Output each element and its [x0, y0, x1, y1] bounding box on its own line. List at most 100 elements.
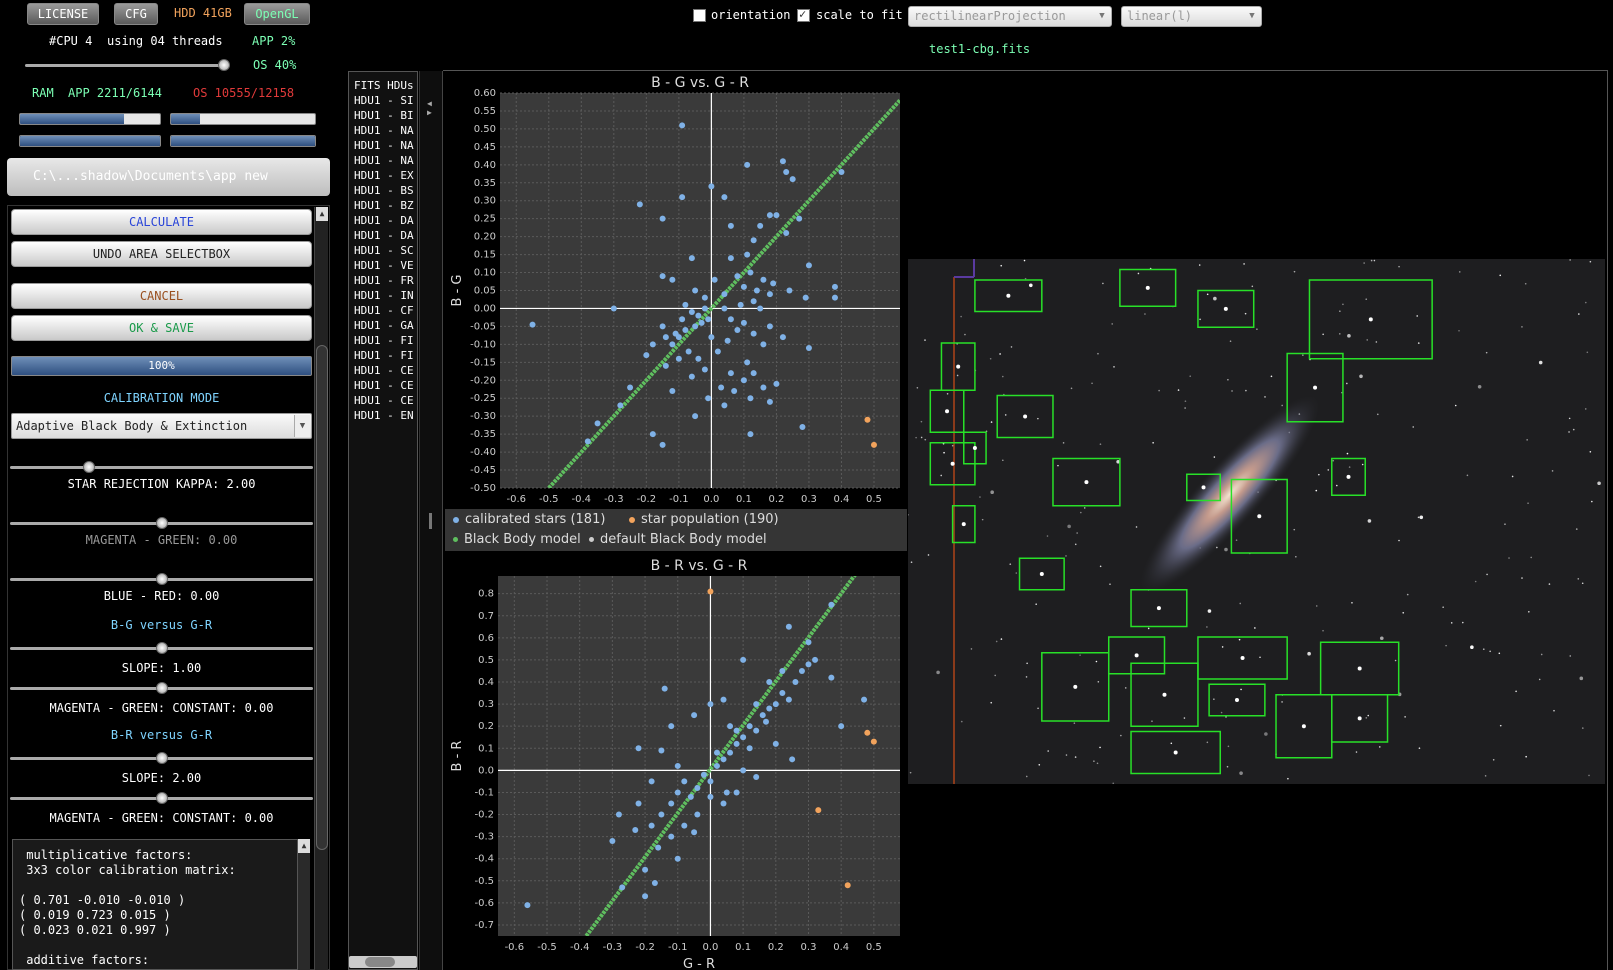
hdu-list-item[interactable]: HDU1 - DA: [354, 213, 416, 228]
legend-default-bb-label: default Black Body model: [600, 532, 767, 547]
kappa-slider-thumb[interactable]: [82, 461, 95, 473]
star: [1527, 502, 1529, 504]
calibrated-star-point: [750, 237, 757, 244]
hdu-list-item[interactable]: HDU1 - BS: [354, 183, 416, 198]
license-button[interactable]: LICENSE: [27, 3, 99, 25]
y-tick-label: 0.00: [474, 303, 496, 314]
hscroll-thumb[interactable]: [365, 957, 395, 967]
kappa-slider-track[interactable]: [10, 466, 313, 469]
mg-const1-slider-thumb[interactable]: [155, 682, 168, 694]
chevron-down-icon[interactable]: ▼: [1246, 10, 1258, 23]
scroll-up-icon[interactable]: ▲: [316, 207, 328, 221]
calibrated-star-point: [713, 762, 720, 769]
hdu-list-item[interactable]: HDU1 - FR: [354, 273, 416, 288]
star: [1359, 374, 1363, 379]
calibrated-star-point: [700, 771, 707, 778]
star: [1419, 515, 1424, 520]
slope2-slider-thumb[interactable]: [155, 752, 168, 764]
calibrated-star-point: [779, 667, 786, 674]
chevron-down-icon[interactable]: ▼: [294, 415, 310, 437]
hdu-list-item[interactable]: HDU1 - EN: [354, 408, 416, 423]
y-tick-label: -0.05: [470, 321, 496, 332]
cpu-os-bar: [170, 135, 316, 147]
hdu-list-item[interactable]: HDU1 - FI: [354, 348, 416, 363]
y-tick-label: 0.55: [474, 106, 496, 117]
star: [1485, 351, 1488, 354]
hdu-list-item[interactable]: HDU1 - EX: [354, 168, 416, 183]
hdu-list-hscroll[interactable]: [349, 956, 417, 968]
splitter-grip[interactable]: [429, 513, 432, 529]
cancel-button[interactable]: CANCEL: [11, 283, 312, 309]
hdu-list-item[interactable]: HDU1 - GA: [354, 318, 416, 333]
blue-red-slider-thumb[interactable]: [155, 573, 168, 585]
calibrated-star-point: [674, 789, 681, 796]
y-tick-label: -0.3: [474, 832, 494, 843]
hdu-list-item[interactable]: HDU1 - CE: [354, 363, 416, 378]
projection-select[interactable]: rectilinearProjection ▼: [908, 6, 1112, 27]
ok-save-button[interactable]: OK & SAVE: [11, 315, 312, 341]
hdu-list-item[interactable]: HDU1 - SI: [354, 93, 416, 108]
y-tick-label: -0.35: [470, 429, 496, 440]
ram-os-label: OS 10555/12158: [193, 86, 295, 100]
calibrated-star-point: [753, 701, 760, 708]
matrix-scrollbar[interactable]: ▲: [297, 839, 310, 970]
calibrated-star-point: [694, 811, 701, 818]
x-tick-label: -0.1: [668, 942, 688, 953]
cfg-button[interactable]: CFG: [114, 3, 158, 25]
star: [1404, 716, 1406, 718]
hdu-list-item[interactable]: HDU1 - FI: [354, 333, 416, 348]
star: [1568, 417, 1571, 420]
star: [964, 333, 966, 336]
magenta-green-slider-thumb[interactable]: [155, 517, 168, 529]
star: [1365, 717, 1368, 719]
star: [1183, 717, 1186, 719]
hdu-list-item[interactable]: HDU1 - NA: [354, 123, 416, 138]
hdu-list-item[interactable]: HDU1 - CE: [354, 393, 416, 408]
calculate-button[interactable]: CALCULATE: [11, 209, 312, 235]
hdu-list-item[interactable]: HDU1 - SC: [354, 243, 416, 258]
hdu-list-item[interactable]: HDU1 - NA: [354, 138, 416, 153]
slope1-slider-thumb[interactable]: [155, 642, 168, 654]
collapse-arrow-icon[interactable]: ◀ ▶: [427, 99, 432, 117]
selected-star: [1023, 414, 1028, 419]
stretch-select[interactable]: linear(l) ▼: [1121, 6, 1262, 27]
path-field[interactable]: C:\...shadow\Documents\app new: [7, 158, 330, 196]
chevron-down-icon[interactable]: ▼: [1096, 10, 1108, 23]
scale-to-fit-checkbox[interactable]: ✓: [797, 7, 810, 22]
opengl-button[interactable]: OpenGL: [244, 3, 310, 25]
hdu-list-item[interactable]: HDU1 - DA: [354, 228, 416, 243]
legend-bb-model-label: Black Body model: [464, 532, 581, 547]
hdu-list-item[interactable]: HDU1 - VE: [354, 258, 416, 273]
threads-slider-track[interactable]: [25, 64, 230, 67]
panel-splitter[interactable]: ◀ ▶: [419, 71, 443, 970]
star: [1239, 602, 1242, 605]
panel-scrollbar[interactable]: ▲: [314, 207, 328, 970]
calibrated-star-point: [692, 287, 699, 294]
hdu-list-item[interactable]: HDU1 - BI: [354, 108, 416, 123]
calibrated-star-point: [718, 384, 725, 391]
star: [999, 353, 1001, 355]
star: [1406, 593, 1409, 596]
star: [1528, 610, 1530, 613]
fits-image-view[interactable]: [908, 259, 1605, 784]
star: [1170, 742, 1173, 745]
hdu-list-item[interactable]: HDU1 - BZ: [354, 198, 416, 213]
star: [1486, 573, 1488, 576]
calibrated-star-point: [713, 749, 720, 756]
orientation-checkbox[interactable]: [693, 9, 706, 22]
star: [1581, 582, 1584, 585]
hdu-list-item[interactable]: HDU1 - NA: [354, 153, 416, 168]
calibration-mode-select[interactable]: Adaptive Black Body & Extinction ▼: [11, 413, 312, 439]
undo-area-button[interactable]: UNDO AREA SELECTBOX: [11, 241, 312, 267]
calibrated-star-point: [658, 811, 665, 818]
hdu-list-item[interactable]: HDU1 - CF: [354, 303, 416, 318]
calibrated-star-point: [766, 398, 773, 405]
scroll-thumb[interactable]: [316, 345, 328, 850]
y-tick-label: 0.40: [474, 160, 496, 171]
mg-const2-slider-thumb[interactable]: [155, 792, 168, 804]
scroll-up-icon[interactable]: ▲: [298, 839, 310, 853]
hdu-list-item[interactable]: HDU1 - CE: [354, 378, 416, 393]
hdu-list-item[interactable]: HDU1 - IN: [354, 288, 416, 303]
star: [1000, 638, 1003, 640]
threads-slider-thumb[interactable]: [218, 59, 230, 71]
